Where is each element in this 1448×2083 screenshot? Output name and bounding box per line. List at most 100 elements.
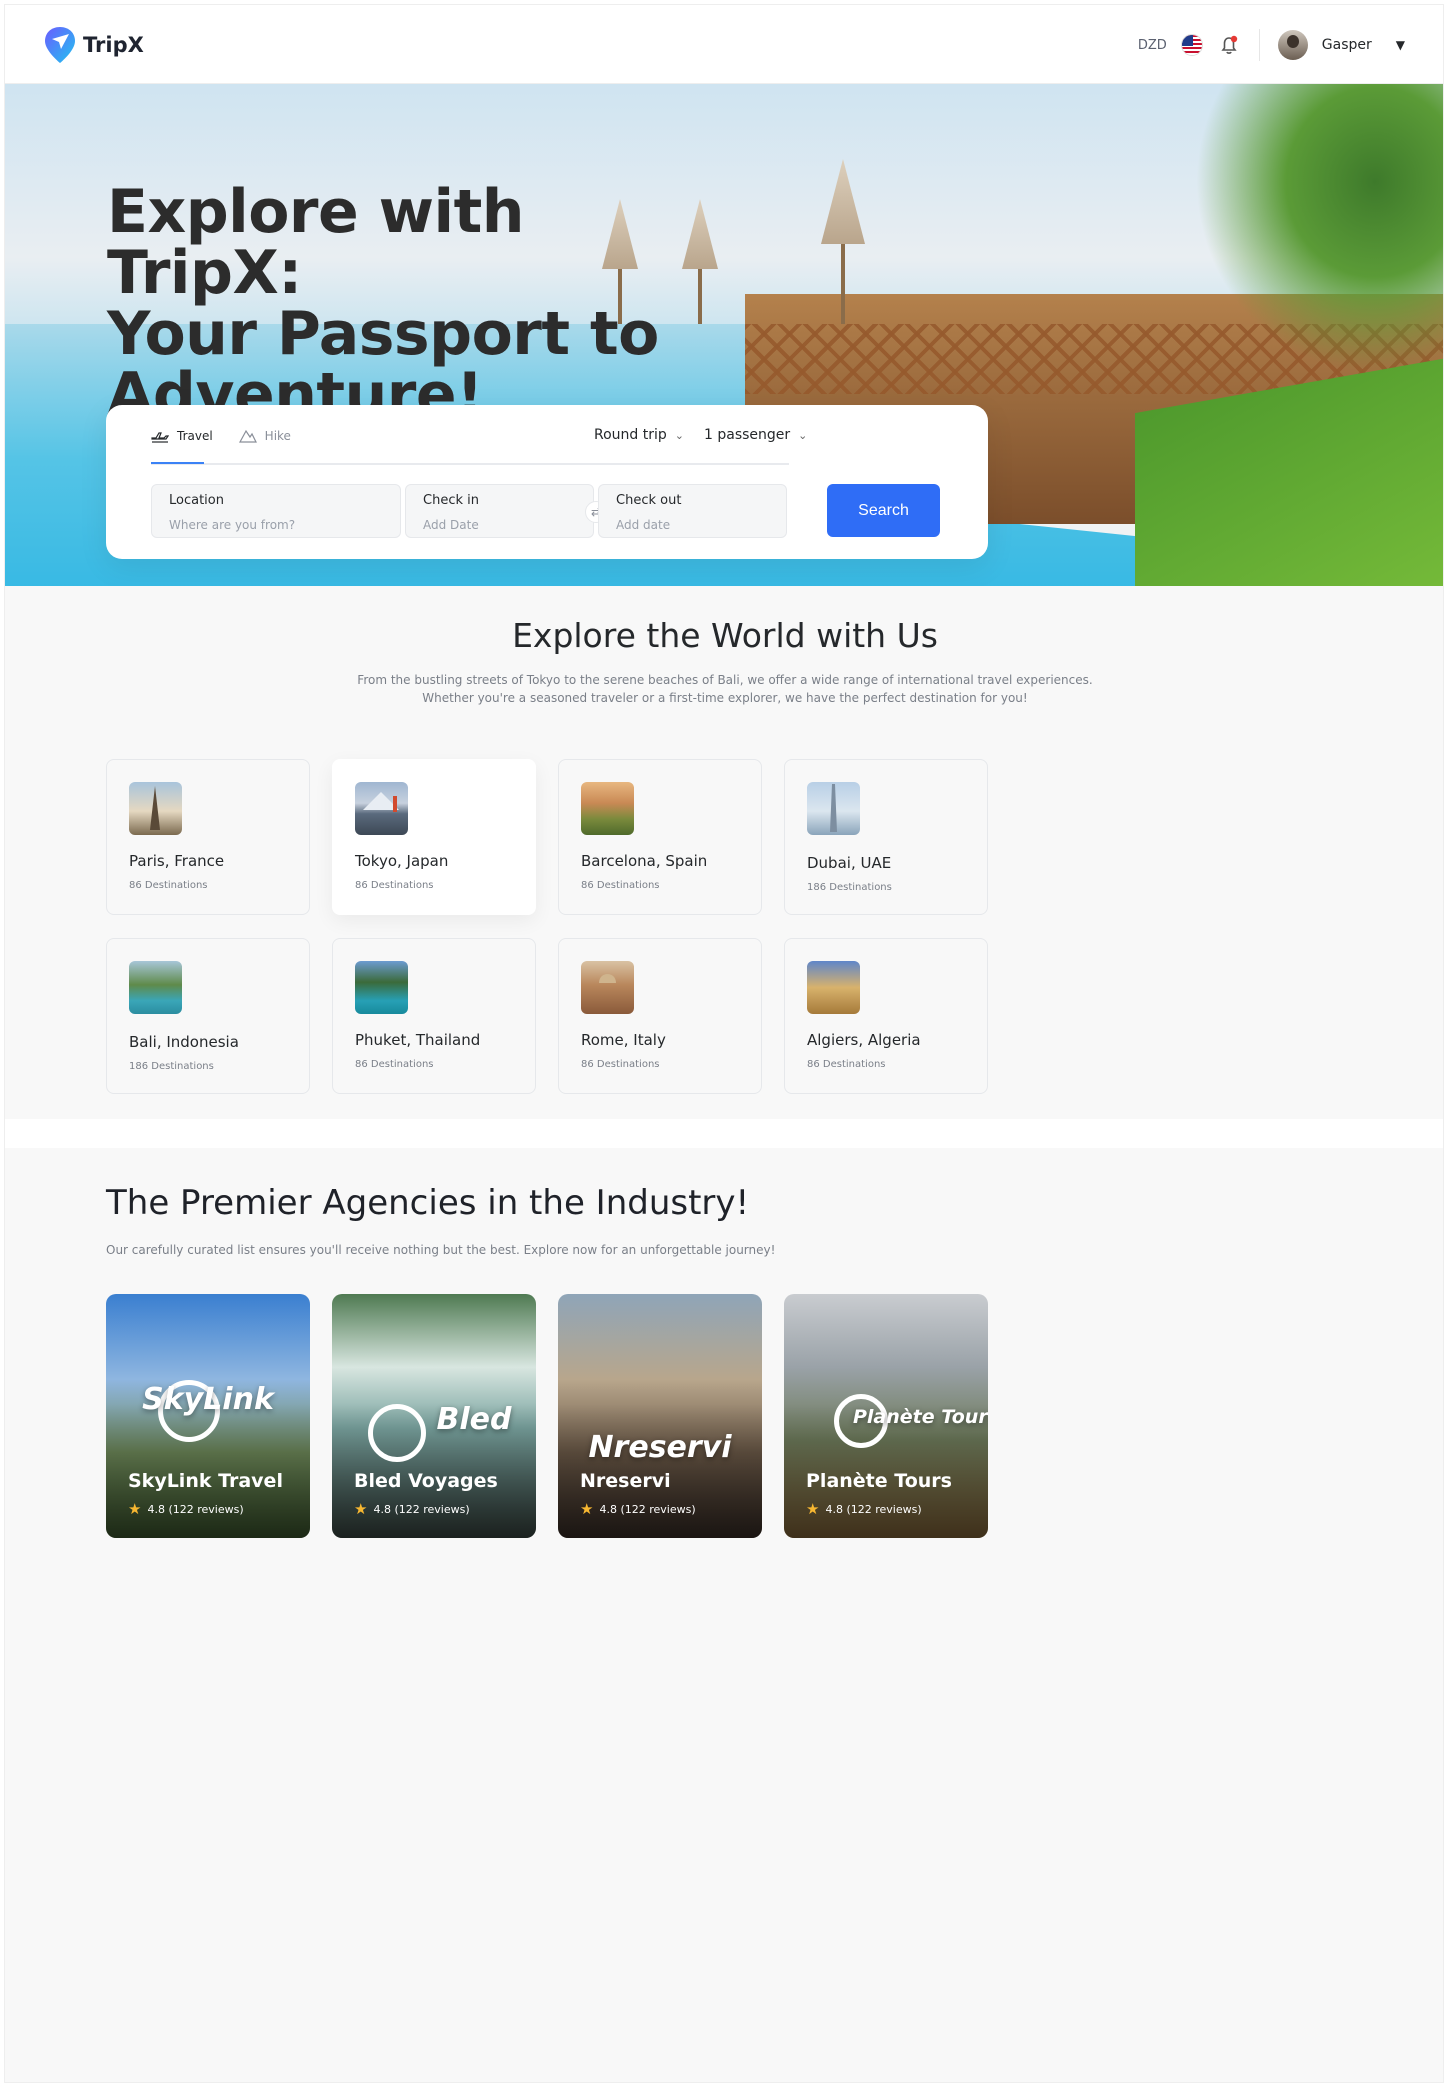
header-actions: DZD Gasper ▼	[1138, 29, 1405, 61]
trip-type-dropdown[interactable]: Round trip ⌄	[594, 427, 684, 443]
checkout-field[interactable]: Check out Add date	[598, 484, 787, 538]
chevron-down-icon[interactable]: ▼	[1396, 38, 1405, 52]
destination-name: Rome, Italy	[581, 1031, 666, 1049]
tab-hike-label: Hike	[264, 429, 291, 443]
agency-name: Nreservi	[580, 1470, 671, 1492]
tripx-logo-icon[interactable]	[43, 25, 77, 65]
rating-text: 4.8 (122 reviews)	[599, 1502, 696, 1516]
agency-logo-text: Bled	[436, 1402, 512, 1437]
destination-name: Tokyo, Japan	[355, 852, 449, 870]
destination-name: Phuket, Thailand	[355, 1031, 481, 1049]
destination-count: 186 Destinations	[129, 1061, 214, 1072]
passengers-value: 1 passenger	[704, 427, 791, 443]
barcelona-thumbnail	[581, 782, 634, 835]
star-icon: ★	[580, 1500, 594, 1518]
hero-banner: Explore with TripX: Your Passport to Adv…	[5, 84, 1443, 662]
brand-name[interactable]: TripX	[83, 33, 144, 57]
agencies-section: The Premier Agencies in the Industry! Ou…	[5, 1148, 1443, 2082]
explore-subtitle-line2: Whether you're a seasoned traveler or a …	[422, 691, 1028, 705]
agency-name: Bled Voyages	[354, 1470, 498, 1492]
paris-thumbnail	[129, 782, 182, 835]
destination-name: Dubai, UAE	[807, 854, 892, 872]
destination-card-rome[interactable]: Rome, Italy 86 Destinations	[558, 938, 762, 1094]
destination-card-algiers[interactable]: Algiers, Algeria 86 Destinations	[784, 938, 988, 1094]
star-icon: ★	[354, 1500, 368, 1518]
tab-hike[interactable]: Hike	[238, 425, 291, 447]
us-flag-icon[interactable]	[1180, 34, 1203, 56]
trip-type-value: Round trip	[594, 427, 667, 443]
umbrella-image	[821, 159, 865, 244]
user-avatar[interactable]	[1277, 30, 1308, 60]
chevron-down-icon: ⌄	[798, 428, 808, 442]
search-tabs: Travel Hike	[151, 425, 291, 447]
checkin-field[interactable]: Check in Add Date	[405, 484, 594, 538]
checkout-placeholder: Add date	[616, 518, 671, 532]
search-button[interactable]: Search	[827, 484, 940, 537]
notification-bell-icon[interactable]	[1217, 33, 1241, 57]
agencies-title: The Premier Agencies in the Industry!	[106, 1183, 750, 1223]
agency-name: SkyLink Travel	[128, 1470, 283, 1492]
agency-logo-text: Planète Tours	[852, 1406, 988, 1428]
star-icon: ★	[806, 1500, 820, 1518]
algiers-thumbnail	[807, 961, 860, 1014]
plane-icon	[151, 432, 169, 443]
trip-options: Round trip ⌄ 1 passenger ⌄	[594, 427, 807, 443]
user-name[interactable]: Gasper	[1322, 37, 1372, 53]
explore-title: Explore the World with Us	[512, 616, 938, 655]
page: TripX DZD Gasper ▼ Explore with TripX: Y…	[4, 4, 1444, 2083]
destination-card-barcelona[interactable]: Barcelona, Spain 86 Destinations	[558, 759, 762, 915]
location-placeholder: Where are you from?	[169, 518, 296, 532]
divider	[1258, 29, 1260, 61]
destination-card-bali[interactable]: Bali, Indonesia 186 Destinations	[106, 938, 310, 1094]
agency-rating: ★ 4.8 (122 reviews)	[128, 1500, 244, 1518]
agency-rating: ★ 4.8 (122 reviews)	[806, 1500, 922, 1518]
destination-name: Algiers, Algeria	[807, 1031, 921, 1049]
mountain-icon	[238, 429, 257, 443]
agency-card-planete[interactable]: Planète Tours Planète Tours ★ 4.8 (122 r…	[784, 1294, 988, 1538]
destination-name: Paris, France	[129, 852, 225, 870]
rating-text: 4.8 (122 reviews)	[147, 1502, 244, 1516]
destination-count: 86 Destinations	[355, 1059, 434, 1070]
rating-text: 4.8 (122 reviews)	[825, 1502, 922, 1516]
agency-card-nreservi[interactable]: Nreservi Nreservi ★ 4.8 (122 reviews)	[558, 1294, 762, 1538]
agency-logo-text: SkyLink	[142, 1382, 274, 1417]
destination-card-paris[interactable]: Paris, France 86 Destinations	[106, 759, 310, 915]
search-card: Travel Hike Round trip ⌄ 1 passenger ⌄ L…	[106, 405, 988, 559]
destination-name: Barcelona, Spain	[581, 852, 708, 870]
tokyo-thumbnail	[355, 782, 408, 835]
destination-name: Bali, Indonesia	[129, 1033, 239, 1051]
chevron-down-icon: ⌄	[674, 428, 684, 442]
dubai-thumbnail	[807, 782, 860, 835]
checkin-label: Check in	[423, 493, 479, 508]
destination-count: 186 Destinations	[807, 882, 892, 893]
destination-card-tokyo[interactable]: Tokyo, Japan 86 Destinations	[332, 759, 536, 915]
tab-travel[interactable]: Travel	[151, 425, 213, 447]
hero-title: Explore with TripX: Your Passport to Adv…	[107, 177, 659, 430]
rating-text: 4.8 (122 reviews)	[373, 1502, 470, 1516]
agency-card-bled[interactable]: Bled Bled Voyages ★ 4.8 (122 reviews)	[332, 1294, 536, 1538]
currency-selector[interactable]: DZD	[1138, 38, 1167, 53]
destination-card-dubai[interactable]: Dubai, UAE 186 Destinations	[784, 759, 988, 915]
top-nav: TripX DZD Gasper ▼	[5, 5, 1443, 84]
phuket-thumbnail	[355, 961, 408, 1014]
destination-count: 86 Destinations	[581, 1059, 660, 1070]
destination-count: 86 Destinations	[807, 1059, 886, 1070]
location-field[interactable]: Location Where are you from?	[151, 484, 401, 538]
destination-card-phuket[interactable]: Phuket, Thailand 86 Destinations	[332, 938, 536, 1094]
destination-count: 86 Destinations	[129, 880, 208, 891]
umbrella-pole	[841, 234, 845, 324]
explore-subtitle-line1: From the bustling streets of Tokyo to th…	[357, 673, 1093, 687]
star-icon: ★	[128, 1500, 142, 1518]
checkin-placeholder: Add Date	[423, 518, 479, 532]
agency-rating: ★ 4.8 (122 reviews)	[580, 1500, 696, 1518]
agency-rating: ★ 4.8 (122 reviews)	[354, 1500, 470, 1518]
tab-active-indicator	[151, 462, 204, 464]
agency-logo-text: Nreservi	[588, 1430, 732, 1465]
location-label: Location	[169, 493, 224, 508]
agency-card-skylink[interactable]: SkyLink SkyLink Travel ★ 4.8 (122 review…	[106, 1294, 310, 1538]
explore-section: Explore the World with Us From the bustl…	[5, 586, 1443, 1119]
tabs-divider	[151, 463, 789, 465]
destination-count: 86 Destinations	[581, 880, 660, 891]
rome-thumbnail	[581, 961, 634, 1014]
passengers-dropdown[interactable]: 1 passenger ⌄	[704, 427, 807, 443]
